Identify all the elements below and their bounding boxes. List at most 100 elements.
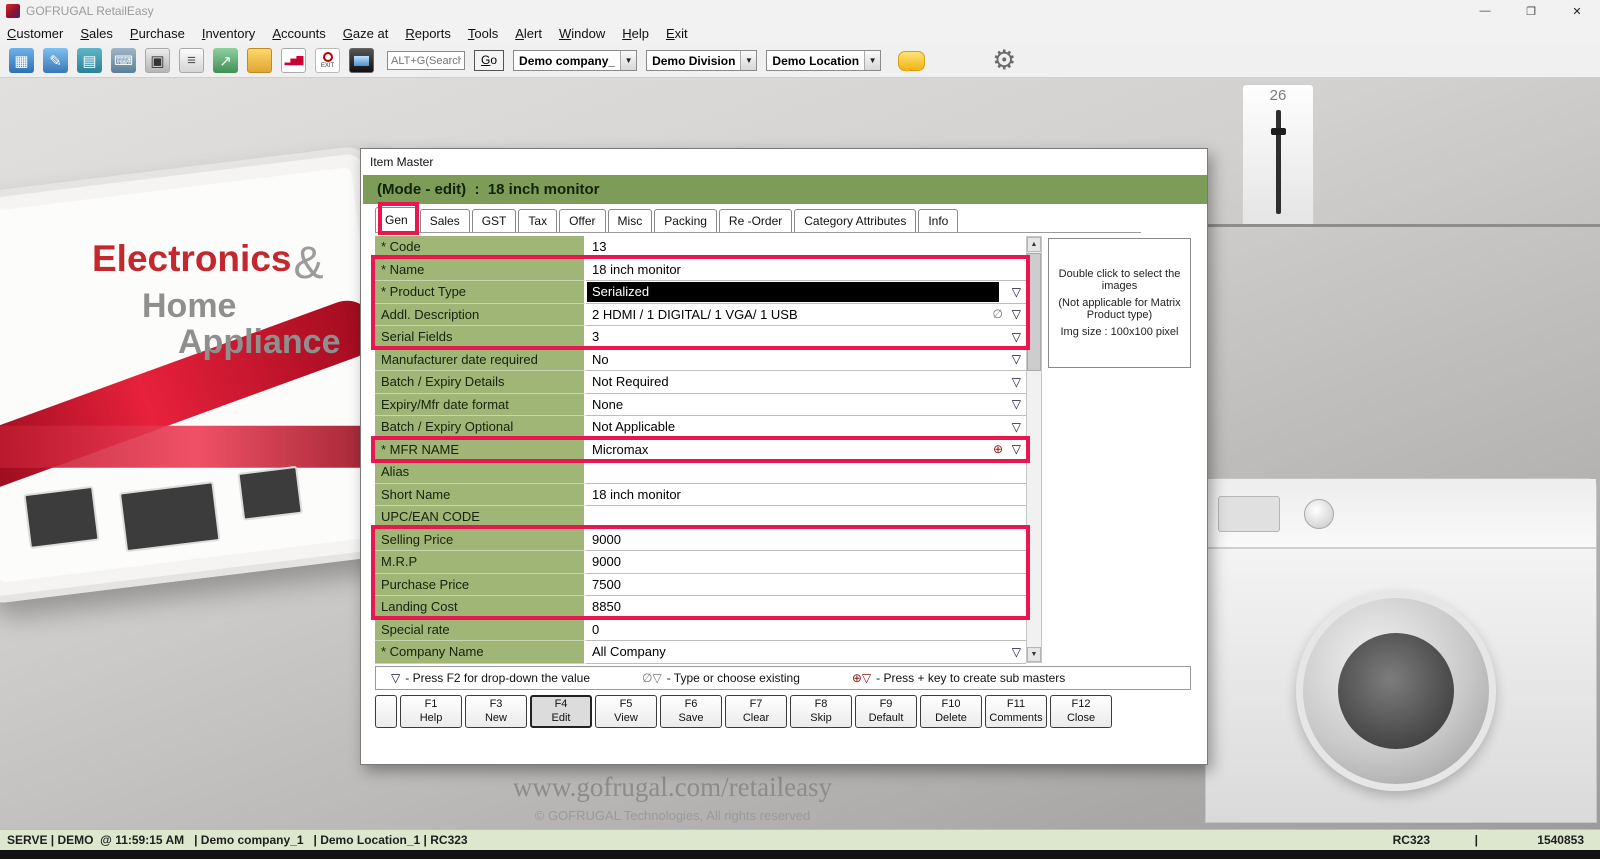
item-image-panel[interactable]: Double click to select the images (Not a… <box>1048 238 1191 368</box>
clear-button[interactable]: F7Clear <box>725 695 787 728</box>
global-search-input[interactable] <box>387 51 465 70</box>
location-dropdown[interactable]: Demo Location ▼ <box>766 50 881 71</box>
tab-category-attributes[interactable]: Category Attributes <box>794 209 916 232</box>
menu-reports[interactable]: Reports <box>405 26 451 41</box>
minimize-button[interactable]: — <box>1462 0 1508 22</box>
tab-tax[interactable]: Tax <box>518 209 557 232</box>
dropdown-icon[interactable]: ▽ <box>1012 420 1021 434</box>
landing-cost-input[interactable]: 8850 <box>586 596 1026 619</box>
menu-inventory[interactable]: Inventory <box>202 26 256 41</box>
chevron-down-icon[interactable]: ▼ <box>864 51 880 70</box>
menu-window[interactable]: Window <box>559 26 605 41</box>
tab-gst[interactable]: GST <box>472 209 517 232</box>
maximize-button[interactable]: ❐ <box>1508 0 1554 22</box>
tab-gen[interactable]: Gen <box>375 207 418 232</box>
edit-button[interactable]: F4Edit <box>530 695 592 728</box>
menu-accounts[interactable]: Accounts <box>272 26 325 41</box>
tab-info[interactable]: Info <box>918 209 958 232</box>
printer-icon[interactable] <box>145 48 170 73</box>
mfr-name-input[interactable]: Micromax⊕▽ <box>586 439 1026 462</box>
scrollbar-thumb[interactable] <box>1027 253 1041 371</box>
menu-purchase[interactable]: Purchase <box>130 26 185 41</box>
settings-gear-icon[interactable] <box>992 47 1016 74</box>
comments-button[interactable]: F11Comments <box>985 695 1047 728</box>
save-button[interactable]: F6Save <box>660 695 722 728</box>
expiry-format-input[interactable]: None▽ <box>586 394 1026 417</box>
export-icon[interactable] <box>213 48 238 73</box>
default-button[interactable]: F9Default <box>855 695 917 728</box>
company-dropdown[interactable]: Demo company_ ▼ <box>513 50 637 71</box>
help-button[interactable]: F1Help <box>400 695 462 728</box>
blank-button[interactable] <box>375 695 397 728</box>
chart-icon[interactable] <box>281 48 306 73</box>
field-label: * Company Name <box>375 641 586 664</box>
batch-expiry-optional-input[interactable]: Not Applicable▽ <box>586 416 1026 439</box>
scroll-up-icon[interactable]: ▲ <box>1027 237 1041 252</box>
go-button[interactable]: Go <box>474 50 504 71</box>
dropdown-icon[interactable]: ▽ <box>1012 397 1021 411</box>
upc-ean-input[interactable] <box>586 506 1026 529</box>
tab-reorder[interactable]: Re -Order <box>719 209 792 232</box>
close-dialog-button[interactable]: F12Close <box>1050 695 1112 728</box>
serial-fields-input[interactable]: 3▽ <box>586 326 1026 349</box>
batch-expiry-details-input[interactable]: Not Required▽ <box>586 371 1026 394</box>
display-icon[interactable] <box>349 48 374 73</box>
division-dropdown[interactable]: Demo Division ▼ <box>646 50 757 71</box>
chevron-down-icon[interactable]: ▼ <box>740 51 756 70</box>
menu-alert[interactable]: Alert <box>515 26 542 41</box>
tab-offer[interactable]: Offer <box>559 209 605 232</box>
dropdown-icon[interactable]: ▽ <box>1012 442 1021 456</box>
legend-text: - Press F2 for drop-down the value <box>405 671 590 685</box>
chevron-down-icon[interactable]: ▼ <box>620 51 636 70</box>
field-label: Selling Price <box>375 529 586 552</box>
dropdown-icon[interactable]: ▽ <box>1012 645 1021 659</box>
dropdown-icon[interactable]: ▽ <box>1012 352 1021 366</box>
copyright-text: © GOFRUGAL Technologies, All rights rese… <box>0 808 1345 823</box>
dropdown-icon[interactable]: ▽ <box>1012 330 1021 344</box>
new-button[interactable]: F3New <box>465 695 527 728</box>
mrp-input[interactable]: 9000 <box>586 551 1026 574</box>
code-input[interactable]: 13 <box>586 236 1026 259</box>
view-button[interactable]: F5View <box>595 695 657 728</box>
dropdown-icon[interactable]: ▽ <box>1012 285 1021 299</box>
calculator-icon[interactable] <box>111 48 136 73</box>
manufacturer-date-input[interactable]: No▽ <box>586 349 1026 372</box>
folder-icon[interactable] <box>247 48 272 73</box>
alias-input[interactable] <box>586 461 1026 484</box>
menu-help[interactable]: Help <box>622 26 649 41</box>
selling-price-input[interactable]: 9000 <box>586 529 1026 552</box>
tab-misc[interactable]: Misc <box>608 209 653 232</box>
company-name-input[interactable]: All Company▽ <box>586 641 1026 664</box>
name-input[interactable]: 18 inch monitor <box>586 259 1026 282</box>
short-name-input[interactable]: 18 inch monitor <box>586 484 1026 507</box>
dropdown-icon[interactable]: ▽ <box>1012 375 1021 389</box>
item-master-dialog: Item Master (Mode - edit) : 18 inch moni… <box>360 148 1208 765</box>
product-type-input[interactable]: Serialized▽ <box>586 281 1026 304</box>
menu-tools[interactable]: Tools <box>468 26 498 41</box>
menu-sales[interactable]: Sales <box>80 26 113 41</box>
field-row-short-name: Short Name 18 inch monitor <box>375 484 1026 507</box>
menu-gazeat[interactable]: Gaze at <box>343 26 389 41</box>
skip-button[interactable]: F8Skip <box>790 695 852 728</box>
sales-bill-icon[interactable] <box>43 48 68 73</box>
exit-power-icon[interactable]: EXIT <box>315 48 340 73</box>
dropdown-icon[interactable]: ▽ <box>1012 307 1021 321</box>
close-button[interactable]: ✕ <box>1554 0 1600 22</box>
division-dropdown-value: Demo Division <box>647 54 740 68</box>
tab-packing[interactable]: Packing <box>654 209 717 232</box>
day-book-icon[interactable] <box>77 48 102 73</box>
document-icon[interactable] <box>179 48 204 73</box>
form-scrollbar[interactable]: ▲ ▼ <box>1026 236 1042 663</box>
chat-bubble-icon[interactable] <box>898 51 925 71</box>
menu-customer[interactable]: Customer <box>7 26 63 41</box>
delete-button[interactable]: F10Delete <box>920 695 982 728</box>
field-row-company-name: * Company Name All Company▽ <box>375 641 1026 664</box>
purchase-price-input[interactable]: 7500 <box>586 574 1026 597</box>
scroll-down-icon[interactable]: ▼ <box>1027 647 1041 662</box>
menu-exit[interactable]: Exit <box>666 26 688 41</box>
touch-pos-icon[interactable] <box>9 48 34 73</box>
field-row-alias: Alias <box>375 461 1026 484</box>
special-rate-input[interactable]: 0 <box>586 619 1026 642</box>
addl-description-input[interactable]: 2 HDMI / 1 DIGITAL/ 1 VGA/ 1 USB∅▽ <box>586 304 1026 327</box>
tab-sales[interactable]: Sales <box>420 209 470 232</box>
